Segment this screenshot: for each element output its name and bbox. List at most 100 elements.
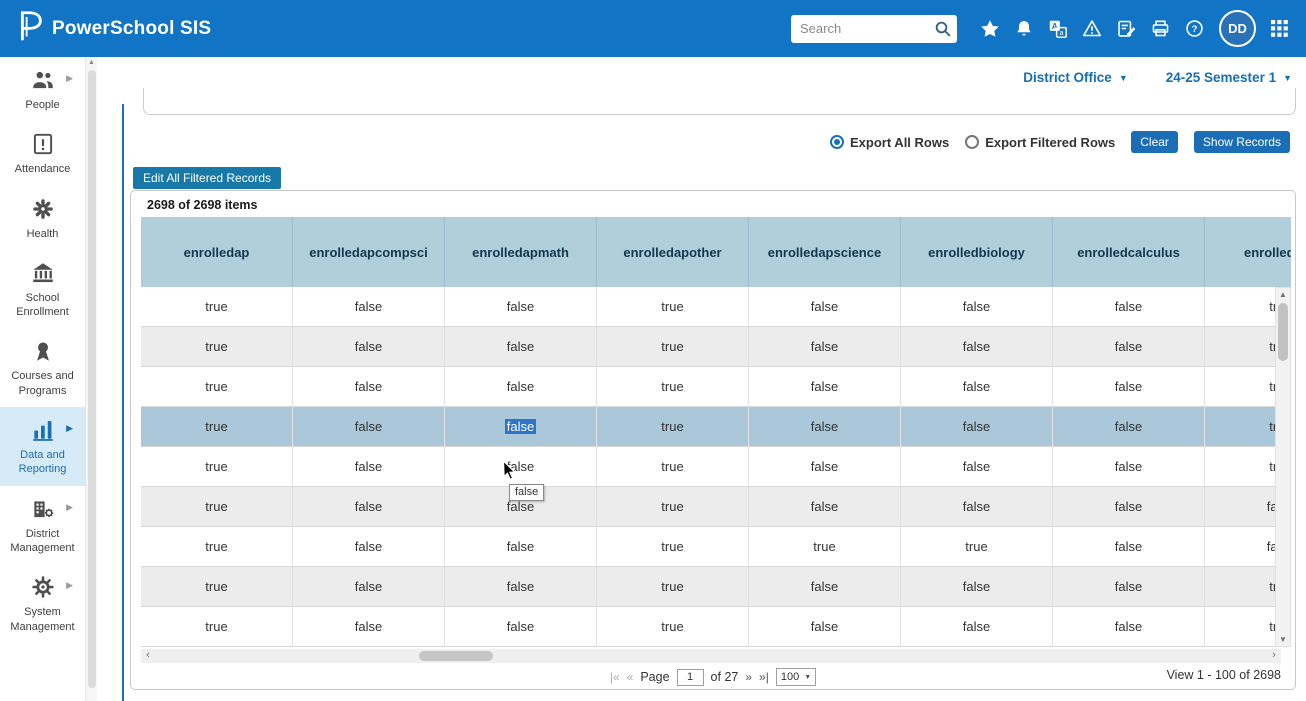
table-cell[interactable]: false xyxy=(293,367,445,406)
table-cell[interactable]: true xyxy=(1205,607,1275,646)
table-cell[interactable]: true xyxy=(597,367,749,406)
scrollbar-thumb[interactable] xyxy=(1278,303,1288,361)
table-cell[interactable]: true xyxy=(597,487,749,526)
table-cell[interactable]: false xyxy=(749,367,901,406)
table-cell[interactable]: false xyxy=(901,487,1053,526)
translate-icon[interactable]: Aa xyxy=(1041,12,1075,46)
table-cell[interactable]: false xyxy=(1053,447,1205,486)
sidebar-item-system-management[interactable]: System Management▶ xyxy=(0,564,85,643)
last-page-icon[interactable]: »| xyxy=(759,671,769,683)
table-cell[interactable]: false xyxy=(293,407,445,446)
search-icon[interactable] xyxy=(934,20,952,43)
column-header-enrolledche[interactable]: enrolledche xyxy=(1205,217,1291,287)
column-header-enrolledapcompsci[interactable]: enrolledapcompsci xyxy=(293,217,445,287)
page-size-select[interactable]: 100 ▼ xyxy=(776,668,816,686)
table-cell[interactable]: true xyxy=(141,407,293,446)
table-row[interactable]: truefalsefalsetruefalsefalsefalsetrue xyxy=(141,447,1275,487)
scroll-left-icon[interactable]: ‹ xyxy=(141,649,155,663)
table-cell[interactable]: false xyxy=(749,607,901,646)
table-cell[interactable]: true xyxy=(597,607,749,646)
table-cell[interactable]: false xyxy=(749,567,901,606)
sidebar-item-attendance[interactable]: Attendance xyxy=(0,121,85,185)
table-cell[interactable]: false xyxy=(901,567,1053,606)
clear-button[interactable]: Clear xyxy=(1131,131,1178,153)
scroll-up-icon[interactable]: ▲ xyxy=(1276,290,1290,299)
table-cell[interactable]: true xyxy=(141,367,293,406)
table-cell[interactable]: false xyxy=(1053,287,1205,326)
table-cell[interactable]: false xyxy=(293,567,445,606)
table-cell[interactable]: true xyxy=(1205,447,1275,486)
export-all-radio[interactable] xyxy=(830,135,844,149)
school-selector[interactable]: District Office ▼ xyxy=(1023,70,1127,85)
export-filtered-radio[interactable] xyxy=(965,135,979,149)
table-cell[interactable]: false xyxy=(445,407,597,446)
table-cell[interactable]: false xyxy=(749,407,901,446)
table-cell[interactable]: false xyxy=(293,607,445,646)
table-cell[interactable]: true xyxy=(597,447,749,486)
table-cell[interactable]: true xyxy=(597,287,749,326)
column-header-enrolledbiology[interactable]: enrolledbiology xyxy=(901,217,1053,287)
table-row[interactable]: truefalsefalsetruefalsefalsefalsetrue xyxy=(141,607,1275,647)
table-cell[interactable]: true xyxy=(141,487,293,526)
user-avatar[interactable]: DD xyxy=(1219,10,1256,47)
table-cell[interactable]: true xyxy=(141,567,293,606)
table-cell[interactable]: false xyxy=(749,327,901,366)
term-selector[interactable]: 24-25 Semester 1 ▼ xyxy=(1166,70,1292,85)
table-cell[interactable]: false xyxy=(445,527,597,566)
table-cell[interactable]: false xyxy=(749,447,901,486)
page-number-input[interactable] xyxy=(677,669,704,686)
favorites-star-icon[interactable] xyxy=(973,12,1007,46)
table-row[interactable]: truefalsefalsetruefalsefalsefalsetrue xyxy=(141,407,1275,447)
table-cell[interactable]: false xyxy=(1053,567,1205,606)
sidebar-item-school-enrollment[interactable]: School Enrollment xyxy=(0,250,85,329)
sidebar-item-health[interactable]: Health xyxy=(0,186,85,250)
sidebar-item-data-and-reporting[interactable]: Data and Reporting▶ xyxy=(0,407,85,486)
edit-all-filtered-records-button[interactable]: Edit All Filtered Records xyxy=(133,167,281,189)
table-cell[interactable]: false xyxy=(1205,487,1275,526)
alerts-warning-icon[interactable] xyxy=(1075,12,1109,46)
table-cell[interactable]: false xyxy=(1053,487,1205,526)
help-icon[interactable]: ? xyxy=(1177,12,1211,46)
table-cell[interactable]: false xyxy=(293,447,445,486)
table-row[interactable]: truefalsefalsetruefalsefalsefalsefalse xyxy=(141,487,1275,527)
table-cell[interactable]: false xyxy=(293,487,445,526)
table-cell[interactable]: true xyxy=(901,527,1053,566)
table-cell[interactable]: false xyxy=(749,487,901,526)
table-cell[interactable]: false xyxy=(445,607,597,646)
table-cell[interactable]: true xyxy=(1205,567,1275,606)
table-cell[interactable]: false xyxy=(445,367,597,406)
table-cell[interactable]: false xyxy=(1053,607,1205,646)
table-cell[interactable]: false xyxy=(445,327,597,366)
forms-icon[interactable] xyxy=(1109,12,1143,46)
table-cell[interactable]: false xyxy=(901,407,1053,446)
table-cell[interactable]: false xyxy=(293,287,445,326)
next-page-icon[interactable]: » xyxy=(745,671,752,683)
table-cell[interactable]: true xyxy=(141,527,293,566)
sidebar-item-district-management[interactable]: District Management▶ xyxy=(0,486,85,565)
column-header-enrolledcalculus[interactable]: enrolledcalculus xyxy=(1053,217,1205,287)
sidebar-item-courses-and-programs[interactable]: Courses and Programs xyxy=(0,328,85,407)
table-cell[interactable]: false xyxy=(1053,527,1205,566)
grid-horizontal-scrollbar[interactable]: ‹ › xyxy=(141,649,1281,663)
table-cell[interactable]: false xyxy=(901,367,1053,406)
table-cell[interactable]: false xyxy=(445,567,597,606)
scrollbar-thumb[interactable] xyxy=(419,651,493,661)
table-cell[interactable]: true xyxy=(1205,327,1275,366)
table-row[interactable]: truefalsefalsetruefalsefalsefalsetrue xyxy=(141,567,1275,607)
table-cell[interactable]: false xyxy=(1205,527,1275,566)
selected-cell-text[interactable]: false xyxy=(505,419,536,434)
table-cell[interactable]: true xyxy=(749,527,901,566)
table-cell[interactable]: false xyxy=(293,527,445,566)
table-row[interactable]: truefalsefalsetruefalsefalsefalsetrue xyxy=(141,287,1275,327)
table-cell[interactable]: true xyxy=(597,527,749,566)
table-cell[interactable]: true xyxy=(141,327,293,366)
table-cell[interactable]: false xyxy=(1053,367,1205,406)
table-cell[interactable]: true xyxy=(1205,287,1275,326)
sidebar-item-people[interactable]: People▶ xyxy=(0,57,85,121)
table-cell[interactable]: false xyxy=(293,327,445,366)
notifications-bell-icon[interactable] xyxy=(1007,12,1041,46)
table-cell[interactable]: true xyxy=(141,447,293,486)
scroll-up-icon[interactable]: ▲ xyxy=(86,57,97,69)
prev-page-icon[interactable]: « xyxy=(627,671,634,683)
table-cell[interactable]: false xyxy=(749,287,901,326)
